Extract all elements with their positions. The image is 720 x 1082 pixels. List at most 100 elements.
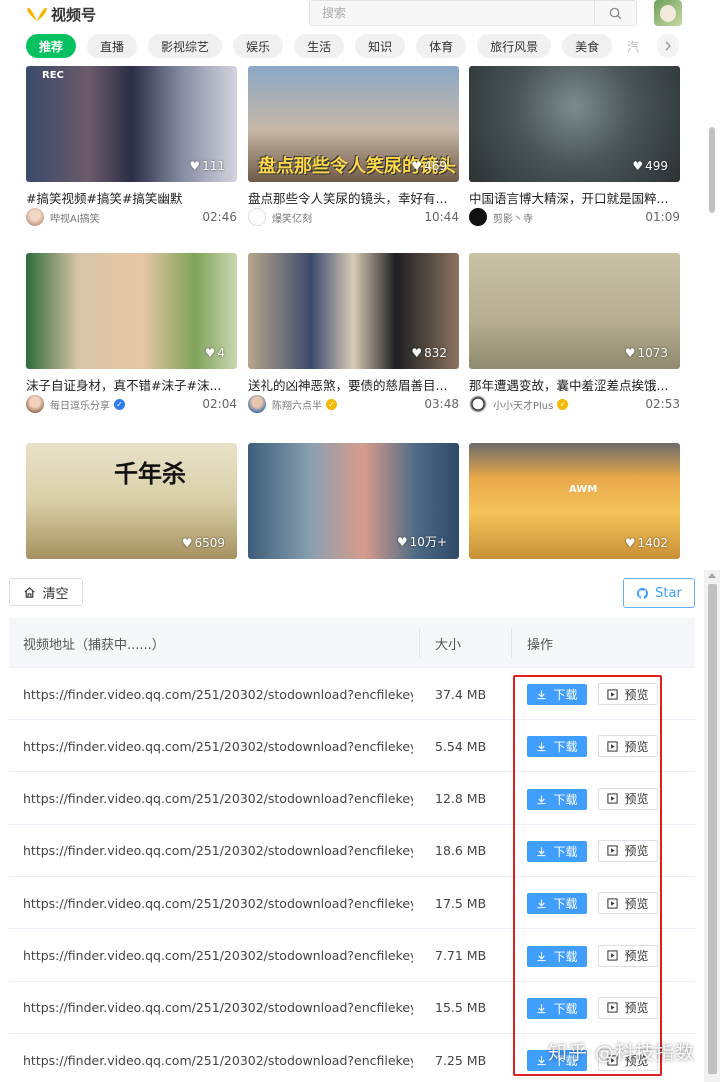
video-meta: 陈翔六点半 ✓ 03:48 — [248, 395, 459, 413]
tab-sports[interactable]: 体育 — [416, 34, 467, 58]
table-row: https://finder.video.qq.com/251/20302/st… — [9, 930, 695, 982]
download-icon — [537, 690, 547, 700]
video-thumbnail[interactable]: ♥ 4 — [26, 253, 237, 369]
tab-auto[interactable]: 汽 — [623, 34, 643, 58]
preview-button[interactable]: 预览 — [598, 996, 658, 1019]
search-input[interactable] — [310, 1, 594, 25]
video-title[interactable]: 送礼的凶神恶煞，要债的慈眉善目... — [248, 375, 459, 394]
download-button[interactable]: 下载 — [527, 840, 587, 862]
verified-badge-icon: ✓ — [557, 398, 569, 410]
tab-travel[interactable]: 旅行风景 — [477, 34, 552, 58]
video-url: https://finder.video.qq.com/251/20302/st… — [23, 686, 413, 702]
video-thumbnail[interactable]: ♥ 1073 — [469, 253, 680, 369]
author-avatar[interactable] — [469, 395, 487, 413]
author-name[interactable]: 爆笑亿刻 — [272, 210, 312, 225]
video-meta: 爆笑亿刻 10:44 — [248, 208, 459, 226]
search-icon — [609, 7, 622, 19]
video-meta: 剪影丶寺 01:09 — [469, 208, 680, 226]
tab-life[interactable]: 生活 — [294, 34, 345, 58]
github-star-button[interactable]: Star — [623, 578, 695, 608]
download-label: 下载 — [553, 844, 578, 859]
like-value: 111 — [202, 159, 225, 173]
tabs-next-button[interactable] — [657, 34, 679, 58]
author-avatar[interactable] — [248, 395, 266, 413]
download-icon — [537, 951, 547, 961]
preview-label: 预览 — [624, 739, 649, 754]
tab-food[interactable]: 美食 — [562, 34, 613, 58]
table-row: https://finder.video.qq.com/251/20302/st… — [9, 668, 695, 720]
author-name[interactable]: 陈翔六点半 — [272, 397, 322, 412]
scroll-up-arrow-icon[interactable] — [708, 573, 716, 578]
preview-label: 预览 — [624, 844, 649, 859]
author-avatar[interactable] — [469, 208, 487, 226]
video-thumbnail[interactable]: 千年杀 ♥ 6509 — [26, 443, 237, 559]
preview-button[interactable]: 预览 — [598, 944, 658, 967]
preview-button[interactable]: 预览 — [598, 892, 658, 915]
clear-label: 清空 — [42, 586, 69, 602]
video-url: https://finder.video.qq.com/251/20302/st… — [23, 895, 413, 911]
video-duration: 10:44 — [424, 210, 459, 224]
download-icon — [537, 847, 547, 857]
video-title[interactable]: 中国语言博大精深，开口就是国粹... — [469, 188, 680, 207]
download-icon — [537, 794, 547, 804]
clear-button[interactable]: 清空 — [9, 578, 83, 606]
like-count: ♥ 499 — [632, 159, 668, 173]
video-thumbnail[interactable]: ♥ 832 — [248, 253, 459, 369]
tab-entertainment[interactable]: 娱乐 — [233, 34, 284, 58]
video-title[interactable]: 沫子自证身材，真不错#沫子#沫... — [26, 375, 237, 394]
like-count: ♥ 6509 — [182, 536, 225, 550]
download-button[interactable]: 下载 — [527, 945, 587, 967]
download-label: 下载 — [553, 688, 578, 702]
video-size: 15.5 MB — [435, 1000, 487, 1016]
home-icon — [24, 586, 35, 598]
author-avatar[interactable] — [248, 208, 266, 226]
video-meta: 小小天才Plus ✓ 02:53 — [469, 395, 680, 413]
tab-live[interactable]: 直播 — [87, 34, 138, 58]
video-title[interactable]: 那年遭遇变故，囊中羞涩差点挨饿... — [469, 375, 680, 394]
video-size: 7.71 MB — [435, 948, 487, 963]
panel-scrollbar[interactable] — [704, 570, 720, 1082]
like-value: 1402 — [637, 536, 668, 550]
page-scrollbar[interactable] — [709, 127, 715, 213]
video-url: https://finder.video.qq.com/251/20302/st… — [23, 1000, 413, 1016]
author-name[interactable]: 哔视AI搞笑 — [50, 210, 100, 225]
tab-film-variety[interactable]: 影视综艺 — [148, 34, 223, 58]
video-meta: 哔视AI搞笑 02:46 — [26, 208, 237, 226]
author-name[interactable]: 每日逗乐分享 — [50, 397, 110, 412]
author-name[interactable]: 小小天才Plus — [493, 397, 553, 412]
scrollbar-thumb[interactable] — [708, 584, 717, 1074]
video-thumbnail[interactable]: ♥ 10万+ — [248, 443, 459, 559]
search-button[interactable] — [594, 1, 636, 25]
preview-button[interactable]: 预览 — [598, 787, 658, 810]
heart-icon: ♥ — [411, 159, 423, 173]
channels-logo[interactable]: 视频号 — [26, 3, 96, 25]
like-value: 1073 — [637, 346, 668, 360]
video-url: https://finder.video.qq.com/251/20302/st… — [23, 843, 413, 859]
download-button[interactable]: 下载 — [527, 893, 587, 915]
video-thumbnail[interactable]: REC ♥ 111 — [26, 66, 237, 182]
user-avatar[interactable] — [654, 0, 682, 26]
video-thumbnail[interactable]: ♥ 499 — [469, 66, 680, 182]
download-button[interactable]: 下载 — [527, 736, 587, 758]
download-icon — [537, 1004, 547, 1013]
video-thumbnail[interactable]: AWM ♥ 1402 — [469, 443, 680, 559]
column-header-size: 大小 — [435, 637, 462, 653]
play-icon — [607, 898, 619, 909]
heart-icon: ♥ — [411, 346, 423, 360]
video-title[interactable]: 盘点那些令人笑尿的镜头，幸好有... — [248, 188, 459, 207]
download-button[interactable]: 下载 — [527, 997, 587, 1019]
tab-recommended[interactable]: 推荐 — [26, 34, 77, 58]
preview-button[interactable]: 预览 — [598, 683, 658, 705]
author-avatar[interactable] — [26, 208, 44, 226]
preview-button[interactable]: 预览 — [598, 735, 658, 758]
video-title[interactable]: #搞笑视频#搞笑#搞笑幽默 — [26, 188, 237, 207]
video-thumbnail[interactable]: 盘点那些令人笑尿的镜头 ♥ 469 — [248, 66, 459, 182]
download-button[interactable]: 下载 — [527, 788, 587, 810]
tab-knowledge[interactable]: 知识 — [355, 34, 406, 58]
download-button[interactable]: 下载 — [527, 684, 587, 705]
table-row: https://finder.video.qq.com/251/20302/st… — [9, 982, 695, 1034]
author-name[interactable]: 剪影丶寺 — [493, 210, 533, 225]
heart-icon: ♥ — [624, 536, 636, 550]
preview-button[interactable]: 预览 — [598, 839, 658, 862]
author-avatar[interactable] — [26, 395, 44, 413]
